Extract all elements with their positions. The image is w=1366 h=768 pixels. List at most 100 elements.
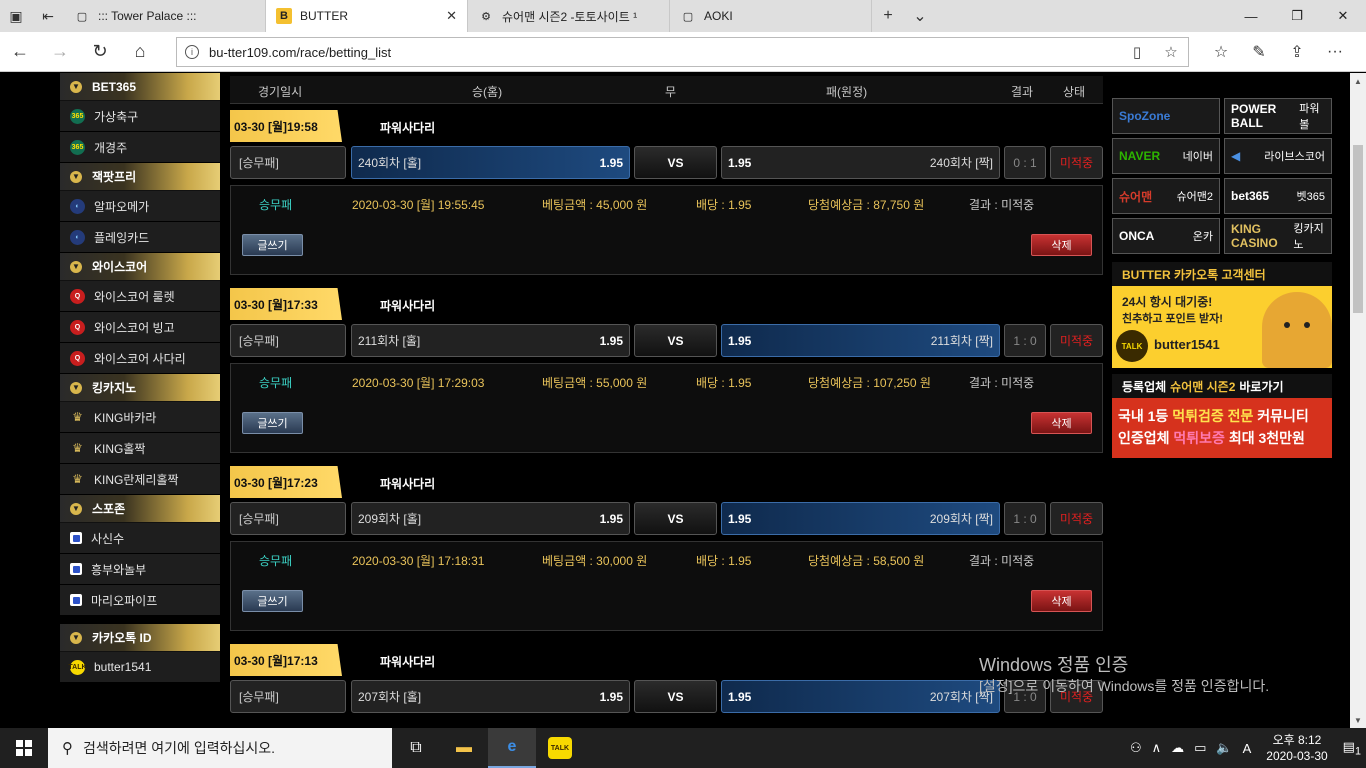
bet-type: [승무패] [230, 146, 346, 179]
back-icon[interactable]: ← [0, 32, 40, 72]
delete-bet-button[interactable]: 삭제 [1031, 590, 1092, 612]
close-window-icon[interactable]: ✕ [1320, 0, 1366, 32]
sidebar-item-label: 사신수 [91, 531, 125, 546]
search-placeholder: 검색하려면 여기에 입력하십시오. [83, 740, 275, 756]
partner-link[interactable]: ONCA 온카 [1112, 218, 1220, 254]
sidebar-item[interactable]: ♛ KING란제리홀짝 [60, 464, 220, 495]
favorite-star-icon[interactable]: ☆ [1154, 43, 1188, 61]
sidebar-item[interactable]: Q 와이스코어 사다리 [60, 343, 220, 374]
more-icon[interactable]: ··· [1316, 43, 1354, 61]
sidebar-item[interactable]: 365 개경주 [60, 132, 220, 163]
start-button[interactable] [0, 728, 48, 768]
set-aside-tabs-icon[interactable]: ⇤ [32, 0, 64, 32]
home-option[interactable]: 240회차 [홀] 1.95 [351, 146, 630, 179]
onedrive-cloud-icon[interactable]: ☁ [1166, 740, 1189, 756]
partner-link[interactable]: 슈어맨 슈어맨2 [1112, 178, 1220, 214]
delete-bet-button[interactable]: 삭제 [1031, 412, 1092, 434]
away-option[interactable]: 1.95 240회차 [짝] [721, 146, 1000, 179]
task-view-icon[interactable]: ⧉ [392, 728, 440, 768]
reg-post: 바로가기 [1239, 379, 1284, 394]
clock-time: 오후 8:12 [1272, 733, 1322, 747]
minimize-icon[interactable]: — [1228, 0, 1274, 32]
volume-icon[interactable]: 🔈 [1211, 740, 1237, 756]
partner-link[interactable]: SpoZone [1112, 98, 1220, 134]
scroll-thumb[interactable] [1353, 145, 1363, 313]
kakaotalk-icon: TALK [68, 659, 87, 675]
kakaotalk-app-icon[interactable]: TALK [536, 728, 584, 768]
detail-time: 2020-03-30 [월] 19:55:45 [352, 198, 485, 212]
scroll-down-icon[interactable]: ▼ [1350, 712, 1366, 728]
notification-center-icon[interactable]: ▤1 [1338, 739, 1366, 758]
sidebar-item[interactable]: ◐ 알파오메가 [60, 191, 220, 222]
sidebar-item[interactable]: ◐ 플레잉카드 [60, 222, 220, 253]
detail-expected-win: 당첨예상금 : 58,500 원 [808, 554, 925, 568]
favorites-icon[interactable]: ☆ [1202, 42, 1240, 62]
taskbar-search[interactable]: ⚲ 검색하려면 여기에 입력하십시오. [48, 728, 392, 768]
browser-toolbar: ← → ↻ ⌂ i bu-tter109.com/race/betting_li… [0, 32, 1366, 72]
home-icon[interactable]: ⌂ [120, 32, 160, 72]
sidebar-item[interactable]: Q 와이스코어 룰렛 [60, 281, 220, 312]
edge-browser-icon[interactable]: e [488, 728, 536, 768]
kakao-support-banner[interactable]: BUTTER 카카오톡 고객센터 24시 항시 대기중! 친추하고 포인트 받자… [1112, 262, 1332, 368]
tab-preview-chevron-icon[interactable]: ⌄ [904, 0, 936, 32]
wisecore-icon: Q [70, 319, 85, 335]
forward-icon[interactable]: → [40, 32, 80, 72]
scroll-up-icon[interactable]: ▲ [1350, 73, 1366, 89]
clock[interactable]: 오후 8:12 2020-03-30 [1256, 732, 1337, 764]
close-tab-icon[interactable]: ✕ [446, 8, 457, 24]
site-info-icon[interactable]: i [185, 45, 199, 59]
partner-link[interactable]: KING CASINO 킹카지노 [1224, 218, 1332, 254]
people-icon[interactable]: ⚇ [1125, 740, 1147, 756]
sidebar-item[interactable]: 365 가상축구 [60, 101, 220, 132]
registered-partner-banner[interactable]: 등록업체 슈어맨 시즌2 바로가기 국내 1등 먹튀검증 전문 커뮤니티 인증업… [1112, 374, 1332, 458]
away-option[interactable]: 1.95 207회차 [짝] [721, 680, 1000, 713]
delete-bet-button[interactable]: 삭제 [1031, 234, 1092, 256]
show-hidden-icons-chevron-icon[interactable]: ∧ [1147, 740, 1167, 756]
partner-label: 벳365 [1296, 191, 1325, 203]
tab-actions-icon[interactable]: ▣ [0, 0, 32, 32]
address-bar[interactable]: i bu-tter109.com/race/betting_list ▯ ☆ [176, 37, 1189, 67]
browser-tab-1[interactable]: ▢ ::: Tower Palace ::: [64, 0, 266, 32]
sidebar-item[interactable]: Q 와이스코어 빙고 [60, 312, 220, 343]
partner-label: 라이브스코어 [1264, 151, 1325, 163]
reg-r2a: 인증업체 [1118, 430, 1170, 446]
pen-icon[interactable]: ✎ [1240, 42, 1278, 62]
reading-view-icon[interactable]: ▯ [1120, 43, 1154, 61]
partner-link[interactable]: POWER BALL 파워볼 [1224, 98, 1332, 134]
browser-tab-bar: ▣ ⇤ ▢ ::: Tower Palace ::: B BUTTER ✕ ⚙ … [0, 0, 1366, 32]
chevron-down-icon: ▼ [70, 260, 82, 273]
away-option[interactable]: 1.95 211회차 [짝] [721, 324, 1000, 357]
sidebar-item[interactable]: 흥부와놀부 [60, 554, 220, 585]
file-explorer-icon[interactable]: ▬ [440, 728, 488, 768]
away-option[interactable]: 1.95 209회차 [짝] [721, 502, 1000, 535]
browser-tab-4[interactable]: ▢ AOKI [670, 0, 872, 32]
restore-icon[interactable]: ❐ [1274, 0, 1320, 32]
partner-link[interactable]: NAVER 네이버 [1112, 138, 1220, 174]
sidebar-item[interactable]: 마리오파이프 [60, 585, 220, 616]
bet-score: 0 : 1 [1004, 146, 1046, 179]
sidebar-item[interactable]: ♛ KING바카라 [60, 402, 220, 433]
write-post-button[interactable]: 글쓰기 [242, 590, 303, 612]
sidebar-item[interactable]: 사신수 [60, 523, 220, 554]
home-option[interactable]: 207회차 [홀] 1.95 [351, 680, 630, 713]
network-icon[interactable]: ▭ [1189, 740, 1211, 756]
bet-detail: 승무패 2020-03-30 [월] 17:18:31 베팅금액 : 30,00… [230, 541, 1103, 631]
home-option[interactable]: 209회차 [홀] 1.95 [351, 502, 630, 535]
away-label: 209회차 [짝] [929, 512, 993, 526]
chevron-down-icon: ▼ [70, 170, 82, 183]
new-tab-icon[interactable]: + [872, 0, 904, 32]
write-post-button[interactable]: 글쓰기 [242, 412, 303, 434]
king-icon: ♛ [72, 410, 83, 424]
sidebar-item-kakao-id[interactable]: TALK butter1541 [60, 652, 220, 683]
ime-icon[interactable]: A [1238, 741, 1257, 756]
partner-link[interactable]: bet365 벳365 [1224, 178, 1332, 214]
browser-tab-2[interactable]: B BUTTER ✕ [266, 0, 468, 32]
share-icon[interactable]: ⇪ [1278, 42, 1316, 62]
write-post-button[interactable]: 글쓰기 [242, 234, 303, 256]
partner-link[interactable]: ◀ 라이브스코어 [1224, 138, 1332, 174]
browser-tab-3[interactable]: ⚙ 슈어맨 시즌2 -토토사이트 ¹ [468, 0, 670, 32]
home-option[interactable]: 211회차 [홀] 1.95 [351, 324, 630, 357]
page-scrollbar[interactable]: ▲ ▼ [1350, 73, 1366, 728]
sidebar-item[interactable]: ♛ KING홀짝 [60, 433, 220, 464]
refresh-icon[interactable]: ↻ [80, 32, 120, 72]
